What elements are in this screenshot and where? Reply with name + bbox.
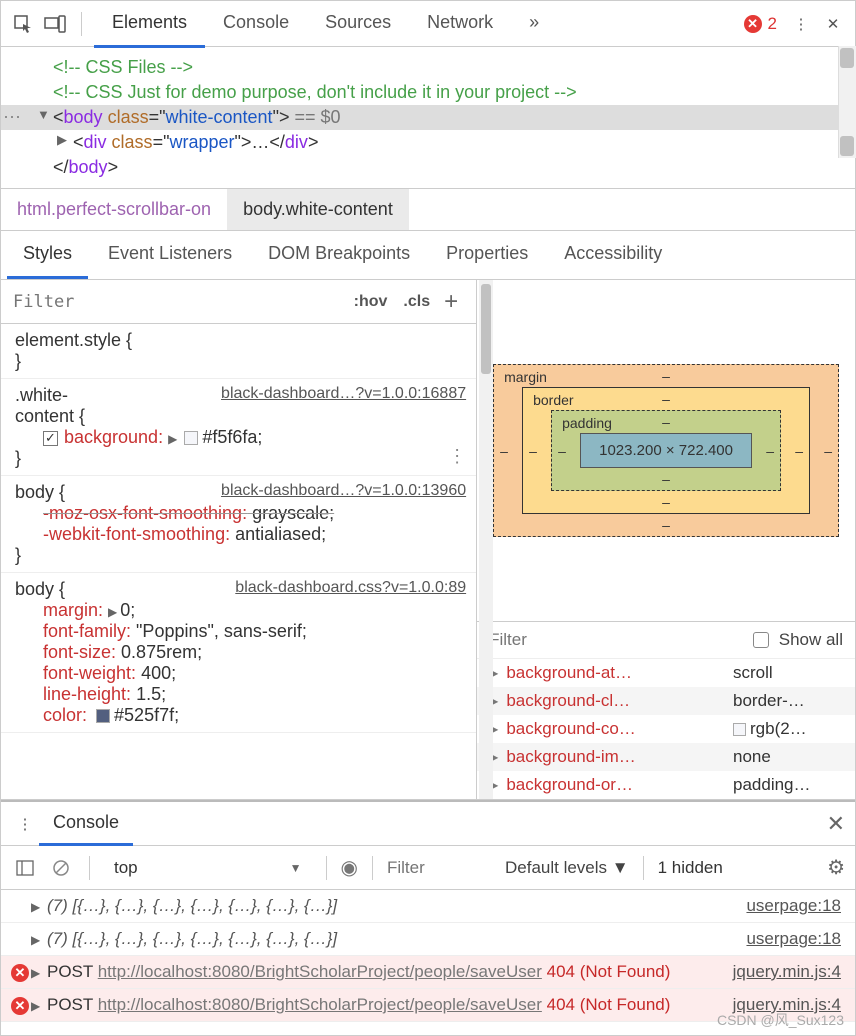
tab-console[interactable]: Console — [205, 0, 307, 48]
dom-tree[interactable]: <!-- CSS Files --><!-- CSS Just for demo… — [1, 47, 855, 188]
padding-label: padding — [562, 415, 612, 431]
subtab-properties[interactable]: Properties — [430, 231, 544, 279]
console-settings-icon[interactable]: ⚙ — [827, 855, 845, 880]
close-icon[interactable]: ✕ — [819, 10, 847, 38]
cls-toggle[interactable]: .cls — [395, 293, 438, 311]
kebab-menu-icon[interactable]: ⋮ — [787, 10, 815, 38]
crumb-body[interactable]: body.white-content — [227, 189, 409, 230]
scroll-down-icon[interactable] — [840, 136, 854, 156]
computed-row[interactable]: ▶background-or…padding… — [477, 771, 855, 799]
box-border[interactable]: border –––– padding –––– 1023.200 × 722.… — [522, 387, 810, 514]
property-checkbox[interactable] — [43, 431, 58, 446]
show-all-label: Show all — [779, 630, 843, 650]
scrollbar-thumb[interactable] — [481, 284, 491, 374]
css-rules[interactable]: element.style {}black-dashboard…?v=1.0.0… — [1, 324, 476, 799]
margin-label: margin — [504, 369, 547, 385]
drawer-close-icon[interactable]: ✕ — [827, 811, 845, 837]
border-label: border — [533, 392, 573, 408]
log-source-link[interactable]: jquery.min.js:4 — [733, 962, 841, 982]
device-toggle-icon[interactable] — [41, 10, 69, 38]
dom-line[interactable]: ▶<div class="wrapper">…</div> — [1, 130, 855, 155]
console-log-row[interactable]: ▶(7) [{…}, {…}, {…}, {…}, {…}, {…}, {…}]… — [1, 923, 855, 956]
error-indicator[interactable]: ✕ 2 — [744, 14, 777, 34]
main-tabs: Elements Console Sources Network » — [94, 0, 557, 48]
rule-kebab-icon[interactable]: ⋮ — [448, 446, 466, 467]
expand-icon[interactable]: ▶ — [31, 966, 40, 980]
expand-icon[interactable]: ▶ — [31, 999, 40, 1013]
breadcrumb: html.perfect-scrollbar-on body.white-con… — [1, 188, 855, 231]
computed-filter-input[interactable] — [489, 630, 743, 650]
expand-icon[interactable]: ▶ — [31, 900, 40, 914]
rule-source-link[interactable]: black-dashboard.css?v=1.0.0:89 — [235, 579, 466, 597]
hidden-count[interactable]: 1 hidden — [658, 858, 723, 878]
computed-panel: Show all ▶background-at…scroll▶backgroun… — [477, 621, 855, 799]
css-rule[interactable]: black-dashboard…?v=1.0.0:13960body {-moz… — [1, 476, 476, 573]
computed-row[interactable]: ▶background-cl…border-… — [477, 687, 855, 715]
watermark: CSDN @风_Sux123 — [717, 1010, 844, 1030]
hov-toggle[interactable]: :hov — [346, 293, 396, 311]
computed-row[interactable]: ▶background-at…scroll — [477, 659, 855, 687]
dom-line[interactable]: <!-- CSS Just for demo purpose, don't in… — [1, 80, 855, 105]
show-all-checkbox[interactable] — [753, 632, 769, 648]
error-count: 2 — [768, 14, 777, 34]
styles-scrollbar[interactable] — [479, 280, 493, 799]
tabs-overflow-icon[interactable]: » — [511, 0, 557, 48]
console-error-row[interactable]: ✕▶POST http://localhost:8080/BrightSchol… — [1, 956, 855, 989]
new-rule-icon[interactable]: + — [438, 288, 464, 316]
box-model: margin –––– border –––– padding –––– 102… — [477, 280, 855, 621]
log-source-link[interactable]: userpage:18 — [746, 896, 841, 916]
console-filter-input[interactable] — [387, 858, 497, 878]
computed-row[interactable]: ▶background-im…none — [477, 743, 855, 771]
tab-sources[interactable]: Sources — [307, 0, 409, 48]
rule-source-link[interactable]: black-dashboard…?v=1.0.0:13960 — [221, 482, 466, 500]
crumb-html[interactable]: html.perfect-scrollbar-on — [1, 189, 227, 230]
elements-subtabs: Styles Event Listeners DOM Breakpoints P… — [1, 231, 855, 280]
subtab-styles[interactable]: Styles — [7, 231, 88, 279]
console-drawer: ⋮ Console ✕ top▼ ◉ Default levels ▼ 1 hi… — [1, 800, 855, 1035]
css-rule[interactable]: black-dashboard…?v=1.0.0:16887.white-con… — [1, 379, 476, 476]
dom-line[interactable]: </body> — [1, 155, 855, 180]
color-swatch-icon[interactable] — [96, 709, 110, 723]
subtab-dom-breakpoints[interactable]: DOM Breakpoints — [252, 231, 426, 279]
tab-elements[interactable]: Elements — [94, 0, 205, 48]
error-icon: ✕ — [11, 964, 29, 982]
error-badge-icon: ✕ — [744, 15, 762, 33]
expand-icon[interactable]: ▶ — [31, 933, 40, 947]
log-source-link[interactable]: userpage:18 — [746, 929, 841, 949]
console-sidebar-icon[interactable] — [11, 854, 39, 882]
devtools-toolbar: Elements Console Sources Network » ✕ 2 ⋮… — [1, 1, 855, 47]
context-selector[interactable]: top▼ — [104, 854, 312, 882]
box-padding[interactable]: padding –––– 1023.200 × 722.400 — [551, 410, 781, 491]
log-levels-selector[interactable]: Default levels ▼ — [505, 858, 629, 878]
chevron-down-icon: ▼ — [290, 861, 302, 875]
inspect-icon[interactable] — [9, 10, 37, 38]
computed-row[interactable]: ▶background-co…rgb(2… — [477, 715, 855, 743]
styles-filter-row: :hov .cls + — [1, 280, 476, 324]
color-swatch-icon — [733, 723, 746, 736]
drawer-kebab-icon[interactable]: ⋮ — [11, 810, 39, 838]
subtab-accessibility[interactable]: Accessibility — [548, 231, 678, 279]
drawer-tab-console[interactable]: Console — [39, 802, 133, 846]
tab-network[interactable]: Network — [409, 0, 511, 48]
box-margin[interactable]: margin –––– border –––– padding –––– 102… — [493, 364, 839, 537]
error-icon: ✕ — [11, 997, 29, 1015]
color-swatch-icon[interactable] — [184, 431, 198, 445]
clear-console-icon[interactable] — [47, 854, 75, 882]
console-log-row[interactable]: ▶(7) [{…}, {…}, {…}, {…}, {…}, {…}, {…}]… — [1, 890, 855, 923]
css-rule[interactable]: element.style {} — [1, 324, 476, 379]
dom-scrollbar[interactable] — [838, 46, 856, 158]
live-expression-icon[interactable]: ◉ — [341, 855, 358, 880]
subtab-event-listeners[interactable]: Event Listeners — [92, 231, 248, 279]
error-url-link[interactable]: http://localhost:8080/BrightScholarProje… — [98, 995, 542, 1014]
css-rule[interactable]: black-dashboard.css?v=1.0.0:89body {marg… — [1, 573, 476, 733]
rule-source-link[interactable]: black-dashboard…?v=1.0.0:16887 — [221, 385, 466, 403]
divider — [81, 12, 82, 36]
dom-line[interactable]: <!-- CSS Files --> — [1, 55, 855, 80]
error-url-link[interactable]: http://localhost:8080/BrightScholarProje… — [98, 962, 542, 981]
dom-line[interactable]: ⋯▼<body class="white-content"> == $0 — [1, 105, 855, 130]
box-content[interactable]: 1023.200 × 722.400 — [580, 433, 752, 468]
styles-filter-input[interactable] — [13, 292, 346, 312]
scroll-up-icon[interactable] — [840, 48, 854, 68]
